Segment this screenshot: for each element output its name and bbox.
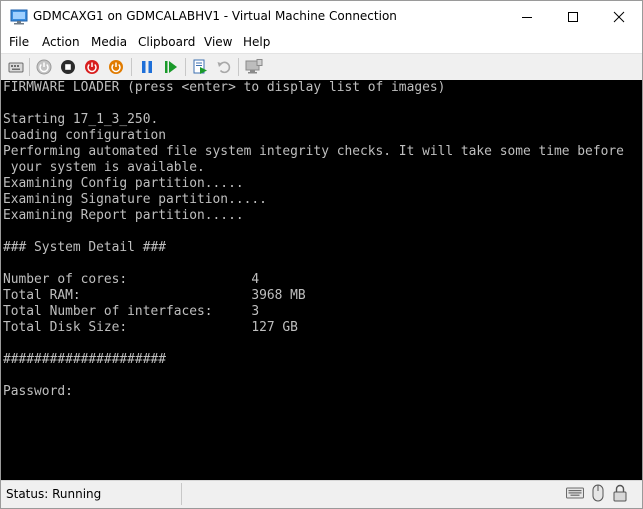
- shut-down-icon: [85, 60, 99, 74]
- turn-off-icon: [61, 60, 75, 74]
- maximize-icon: [568, 12, 578, 22]
- console-line: Starting 17_1_3_250.: [3, 112, 159, 127]
- revert-button[interactable]: [215, 58, 233, 76]
- menu-file[interactable]: File: [9, 35, 29, 49]
- checkpoint-icon: [193, 59, 207, 74]
- console-line: FIRMWARE LOADER (press <enter> to displa…: [3, 80, 446, 95]
- pause-button[interactable]: [138, 58, 156, 76]
- ctrl-alt-del-button[interactable]: [7, 58, 25, 76]
- menu-help[interactable]: Help: [243, 35, 270, 49]
- menu-media[interactable]: Media: [91, 35, 127, 49]
- pause-icon: [142, 61, 152, 73]
- console-line: Total Disk Size: 127 GB: [3, 320, 298, 335]
- turn-off-button[interactable]: [59, 58, 77, 76]
- console-line: Performing automated file system integri…: [3, 144, 624, 159]
- start-button[interactable]: [35, 58, 53, 76]
- lock-icon: [613, 484, 627, 506]
- virtual-machine-icon: [10, 9, 28, 25]
- toolbar-separator: [238, 58, 239, 76]
- enhanced-session-icon: [245, 59, 263, 74]
- console-line: #####################: [3, 352, 166, 367]
- keyboard-icon: [566, 485, 584, 504]
- save-icon: [109, 60, 123, 74]
- window-title: GDMCAXG1 on GDMCALABHV1 - Virtual Machin…: [33, 9, 397, 23]
- title-bar[interactable]: GDMCAXG1 on GDMCALABHV1 - Virtual Machin…: [1, 1, 642, 33]
- status-divider: [181, 483, 182, 505]
- console-line: Number of cores: 4: [3, 272, 260, 287]
- status-text: Status: Running: [6, 487, 102, 501]
- console-password-prompt: Password:: [3, 384, 73, 399]
- ctrl-alt-del-icon: [8, 62, 24, 73]
- save-button[interactable]: [107, 58, 125, 76]
- toolbar: [1, 53, 642, 80]
- checkpoint-button[interactable]: [191, 58, 209, 76]
- minimize-icon: [522, 17, 532, 18]
- close-button[interactable]: [596, 1, 642, 33]
- vm-connection-window: GDMCAXG1 on GDMCALABHV1 - Virtual Machin…: [0, 0, 643, 509]
- menu-bar: File Action Media Clipboard View Help: [1, 33, 642, 53]
- close-icon: [613, 11, 625, 23]
- menu-view[interactable]: View: [204, 35, 232, 49]
- menu-clipboard[interactable]: Clipboard: [138, 35, 195, 49]
- toolbar-separator: [29, 58, 30, 76]
- status-bar: Status: Running: [1, 480, 642, 508]
- console-line: Total Number of interfaces: 3: [3, 304, 260, 319]
- reset-icon: [165, 61, 177, 73]
- enhanced-session-button[interactable]: [245, 58, 263, 76]
- console-line: Examining Report partition.....: [3, 208, 244, 223]
- start-icon: [36, 59, 52, 75]
- console-line: your system is available.: [3, 160, 205, 175]
- reset-button[interactable]: [162, 58, 180, 76]
- console-line: Total RAM: 3968 MB: [3, 288, 306, 303]
- minimize-button[interactable]: [504, 1, 550, 33]
- console-line: Loading configuration: [3, 128, 166, 143]
- menu-action[interactable]: Action: [42, 35, 80, 49]
- console-line: ### System Detail ###: [3, 240, 166, 255]
- console-line: Examining Signature partition.....: [3, 192, 267, 207]
- maximize-button[interactable]: [550, 1, 596, 33]
- shut-down-button[interactable]: [83, 58, 101, 76]
- console-line: Examining Config partition.....: [3, 176, 244, 191]
- toolbar-separator: [185, 58, 186, 76]
- vm-console-screen[interactable]: FIRMWARE LOADER (press <enter> to displa…: [1, 80, 642, 480]
- revert-icon: [217, 61, 231, 74]
- toolbar-separator: [131, 58, 132, 76]
- mouse-icon: [592, 484, 604, 506]
